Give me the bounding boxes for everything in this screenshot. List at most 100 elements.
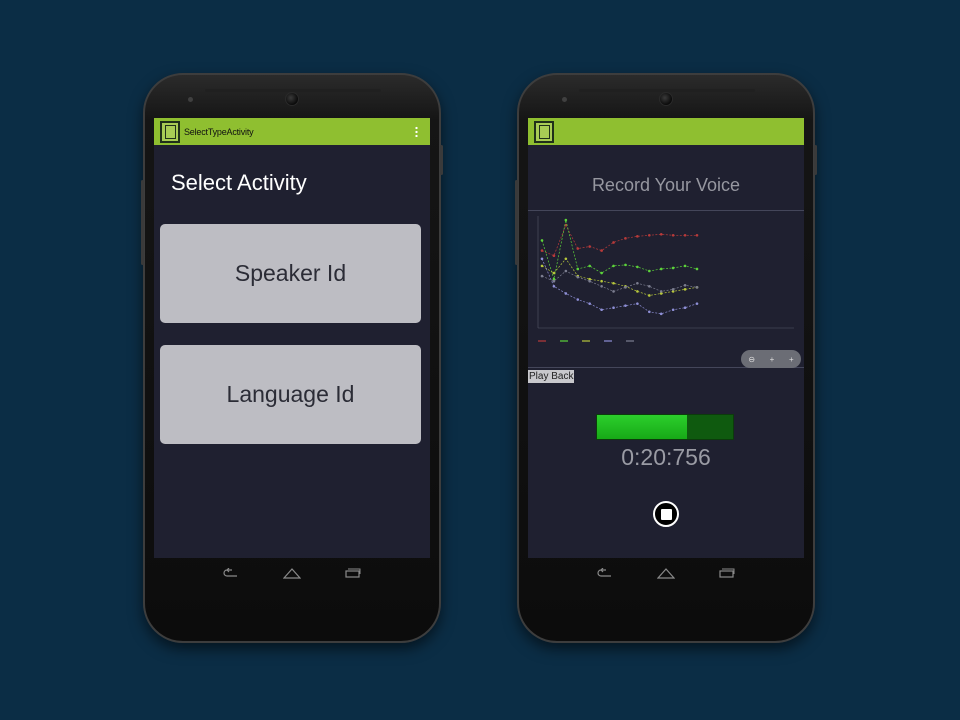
chart-point (588, 264, 591, 268)
chart-point (671, 288, 675, 291)
chart-point (648, 234, 651, 237)
chart-point (600, 285, 603, 288)
recording-timer: 0:20:756 (621, 444, 711, 470)
chart-point (576, 275, 580, 279)
chart-point (624, 304, 627, 307)
chart-point (600, 279, 603, 283)
recents-icon[interactable] (718, 567, 736, 579)
chart-point (671, 234, 675, 237)
zoom-reset-icon[interactable]: + (789, 355, 794, 364)
app-logo-icon[interactable] (160, 120, 180, 143)
chart-point (624, 286, 627, 289)
chart-point (564, 292, 568, 295)
chart-point (648, 269, 651, 273)
speaker-id-button[interactable]: Speaker Id (160, 224, 421, 323)
home-icon[interactable] (656, 567, 675, 579)
back-icon[interactable] (222, 567, 240, 579)
screen-left: SelectTypeActivity Select Activity Speak… (154, 118, 430, 558)
chart-point (671, 266, 675, 270)
phone-left: SelectTypeActivity Select Activity Speak… (141, 73, 443, 643)
system-navbar (528, 558, 804, 588)
chart-point (576, 298, 580, 301)
page-title: Select Activity (171, 170, 307, 195)
power-button (814, 145, 817, 175)
voice-chart (537, 216, 794, 342)
power-button (440, 145, 443, 175)
system-navbar (154, 558, 430, 588)
chart-point (600, 271, 603, 275)
chart-point (552, 271, 556, 275)
chart-point (612, 264, 615, 268)
chart-point (564, 218, 568, 222)
volume-button (141, 180, 144, 265)
chart-point (659, 290, 663, 293)
action-bar (528, 118, 804, 145)
chart-point (600, 249, 603, 252)
chart-point (540, 274, 544, 278)
chart-point (648, 310, 651, 314)
zoom-controls[interactable]: ⊖ + + (741, 350, 801, 368)
chart-point (576, 247, 580, 250)
chart-point (540, 239, 544, 242)
chart-point (552, 279, 556, 283)
recording-progress-bar (596, 414, 734, 440)
chart-point (636, 302, 639, 305)
chart-point (612, 290, 615, 293)
chart-point (612, 241, 615, 244)
action-bar-title: SelectTypeActivity (184, 126, 254, 137)
chart-point (695, 267, 699, 271)
chart-point (588, 279, 591, 283)
zoom-in-icon[interactable]: + (770, 355, 775, 364)
chart-point (540, 264, 544, 268)
play-back-button[interactable]: Play Back (528, 370, 575, 383)
chart-point (540, 249, 544, 252)
stop-button[interactable] (653, 501, 679, 527)
proximity-sensor (188, 97, 193, 102)
screen-right: Record Your Voice ⊖ + + Play Back 0:20:7… (528, 118, 804, 558)
chart-point (648, 294, 651, 297)
proximity-sensor (562, 97, 567, 102)
chart-point (695, 234, 699, 237)
chart-point (540, 257, 544, 261)
chart-point (648, 285, 651, 288)
chart-point (683, 306, 687, 310)
chart-point (588, 302, 591, 305)
chart-point (636, 281, 639, 285)
language-id-button[interactable]: Language Id (160, 345, 421, 444)
chart-point (576, 267, 580, 271)
chart-point (636, 235, 639, 238)
chart-point (683, 264, 687, 268)
chart-point (636, 290, 639, 293)
chart-point (695, 286, 699, 289)
recents-icon[interactable] (344, 567, 362, 579)
chart-point (600, 308, 603, 312)
action-bar: SelectTypeActivity (154, 118, 430, 145)
chart-point (683, 283, 687, 287)
stop-icon (660, 508, 672, 520)
zoom-out-icon[interactable]: ⊖ (748, 355, 755, 364)
chart-point (624, 263, 627, 267)
chart-point (624, 237, 627, 240)
front-camera (659, 92, 673, 106)
chart-point (636, 265, 639, 269)
home-icon[interactable] (282, 567, 301, 579)
chart-point (552, 285, 556, 288)
chart-point (612, 306, 615, 310)
chart-point (683, 234, 687, 237)
app-logo-icon[interactable] (534, 120, 554, 143)
front-camera (285, 92, 299, 106)
chart-point (552, 254, 556, 257)
overflow-menu-icon[interactable] (415, 126, 418, 137)
chart-point (564, 257, 568, 261)
volume-button (515, 180, 518, 265)
chart-point (659, 267, 663, 271)
chart-point (659, 312, 663, 316)
phone-right: Record Your Voice ⊖ + + Play Back 0:20:7… (515, 73, 817, 643)
chart-point (588, 245, 591, 248)
back-icon[interactable] (596, 567, 614, 579)
chart-point (683, 288, 687, 291)
chart-point (695, 302, 699, 305)
chart-point (564, 269, 568, 273)
chart-series-line (541, 224, 697, 257)
chart-point (659, 232, 663, 236)
